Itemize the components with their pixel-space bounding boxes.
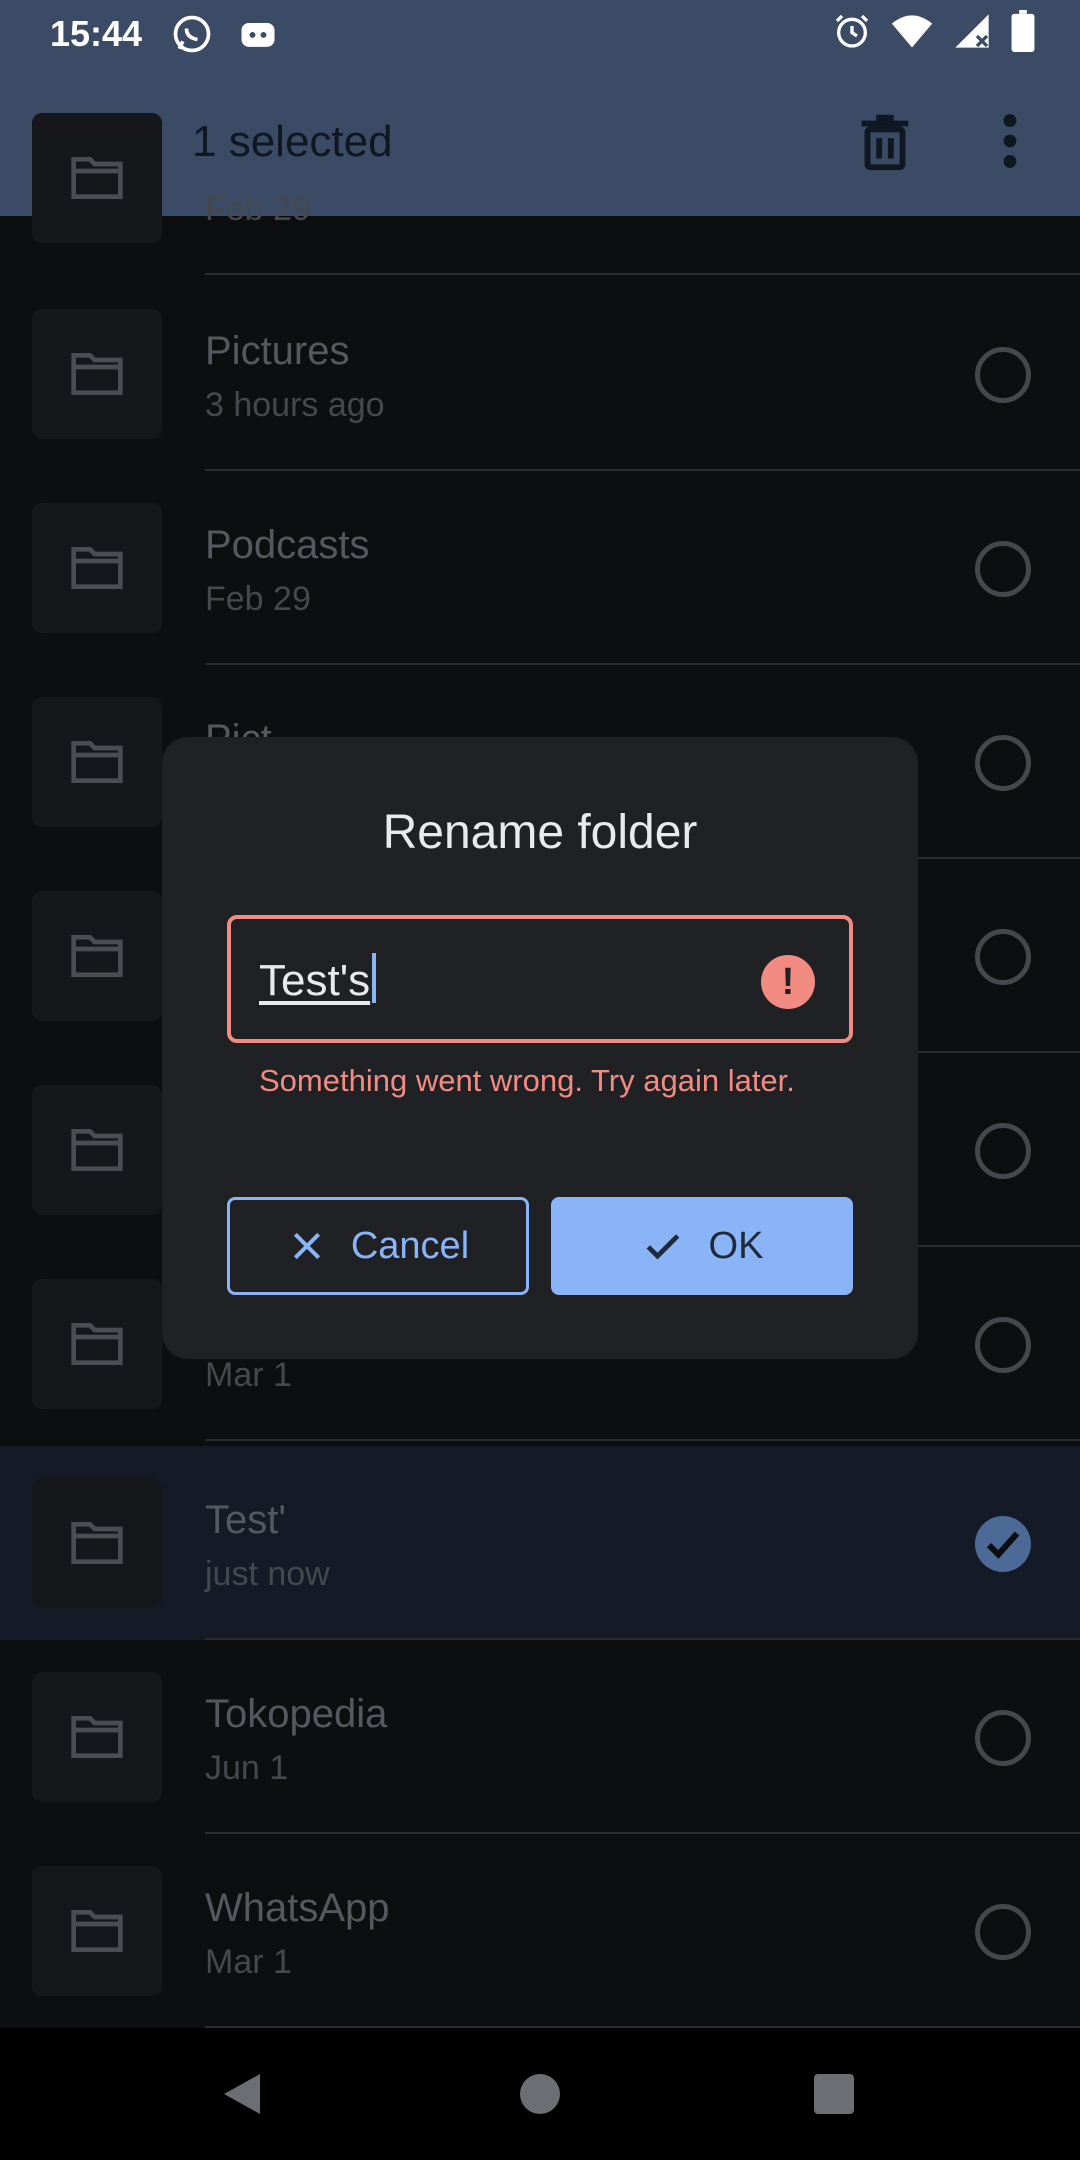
cancel-label: Cancel xyxy=(350,1224,470,1267)
folder-thumbnail xyxy=(32,1866,162,1996)
battery-icon xyxy=(1010,10,1036,57)
folder-icon xyxy=(71,547,123,589)
ok-label: OK xyxy=(708,1224,764,1267)
select-radio[interactable] xyxy=(975,929,1031,985)
check-icon xyxy=(986,1531,1020,1559)
folder-thumbnail xyxy=(32,891,162,1021)
back-icon xyxy=(224,2074,260,2114)
divider xyxy=(205,273,1080,275)
folder-meta: 3 hours ago xyxy=(205,386,385,424)
folder-thumbnail xyxy=(32,503,162,633)
folder-thumbnail xyxy=(32,697,162,827)
folder-name: Pictures xyxy=(205,329,350,373)
rename-folder-dialog: Rename folder Test's ! Something went wr… xyxy=(162,737,918,1359)
folder-meta: Mar 1 xyxy=(205,1356,292,1394)
list-item-selected[interactable]: Test' just now xyxy=(0,1446,1080,1640)
cancel-button[interactable]: Cancel xyxy=(227,1197,529,1295)
signal-icon xyxy=(952,11,992,56)
folder-thumbnail xyxy=(32,1478,162,1608)
file-manager-screen: 15:44 1 selected Feb 29 Pictures 3 hours… xyxy=(0,0,1080,2160)
system-nav-bar xyxy=(0,2028,1080,2160)
folder-icon xyxy=(71,353,123,395)
folder-meta: Mar 1 xyxy=(205,1943,292,1981)
whatsapp-icon xyxy=(170,12,214,61)
select-radio[interactable] xyxy=(975,1317,1031,1373)
folder-icon xyxy=(71,1716,123,1758)
folder-meta: Feb 29 xyxy=(205,580,311,618)
folder-name: Test' xyxy=(205,1498,286,1542)
error-message: Something went wrong. Try again later. xyxy=(259,1063,795,1098)
back-button[interactable] xyxy=(220,2070,264,2123)
list-item[interactable]: Tokopedia Jun 1 xyxy=(0,1640,1080,1834)
alarm-icon xyxy=(832,11,872,56)
list-item[interactable]: Feb 29 xyxy=(0,81,1080,275)
folder-name: Tokopedia xyxy=(205,1692,388,1736)
select-radio[interactable] xyxy=(975,1710,1031,1766)
selected-check[interactable] xyxy=(975,1516,1031,1572)
status-right-icons xyxy=(832,10,1036,57)
folder-icon xyxy=(71,157,123,199)
select-radio[interactable] xyxy=(975,347,1031,403)
select-radio[interactable] xyxy=(975,735,1031,791)
discord-icon xyxy=(236,12,280,61)
folder-icon xyxy=(71,741,123,783)
error-icon: ! xyxy=(761,955,815,1009)
folder-icon xyxy=(71,1522,123,1564)
list-item[interactable]: Podcasts Feb 29 xyxy=(0,471,1080,665)
recents-icon[interactable] xyxy=(814,2074,854,2114)
folder-thumbnail xyxy=(32,309,162,439)
wifi-icon xyxy=(890,11,934,56)
select-radio[interactable] xyxy=(975,1123,1031,1179)
folder-icon xyxy=(71,1129,123,1171)
select-radio[interactable] xyxy=(975,1904,1031,1960)
folder-thumbnail xyxy=(32,113,162,243)
list-item[interactable]: WhatsApp Mar 1 xyxy=(0,1834,1080,2028)
folder-name: WhatsApp xyxy=(205,1886,390,1930)
folder-icon xyxy=(71,935,123,977)
list-item[interactable]: Pictures 3 hours ago xyxy=(0,277,1080,471)
dialog-title: Rename folder xyxy=(382,806,698,859)
ok-button[interactable]: OK xyxy=(551,1197,853,1295)
check-icon xyxy=(646,1234,679,1260)
folder-icon xyxy=(71,1910,123,1952)
folder-meta: Jun 1 xyxy=(205,1749,289,1787)
folder-thumbnail xyxy=(32,1672,162,1802)
folder-name-input[interactable]: Test's ! xyxy=(227,915,853,1043)
close-icon xyxy=(293,1232,320,1260)
status-left-icons xyxy=(170,12,280,61)
folder-icon xyxy=(71,1323,123,1365)
select-radio[interactable] xyxy=(975,541,1031,597)
folder-meta: Feb 29 xyxy=(205,190,311,228)
input-value: Test's xyxy=(259,953,377,1008)
folder-thumbnail xyxy=(32,1279,162,1409)
home-icon[interactable] xyxy=(520,2074,560,2114)
text-caret xyxy=(372,953,377,1003)
folder-meta: just now xyxy=(205,1555,330,1593)
divider xyxy=(205,1439,1080,1441)
folder-thumbnail xyxy=(32,1085,162,1215)
status-time: 15:44 xyxy=(50,13,143,54)
folder-name: Podcasts xyxy=(205,523,370,567)
